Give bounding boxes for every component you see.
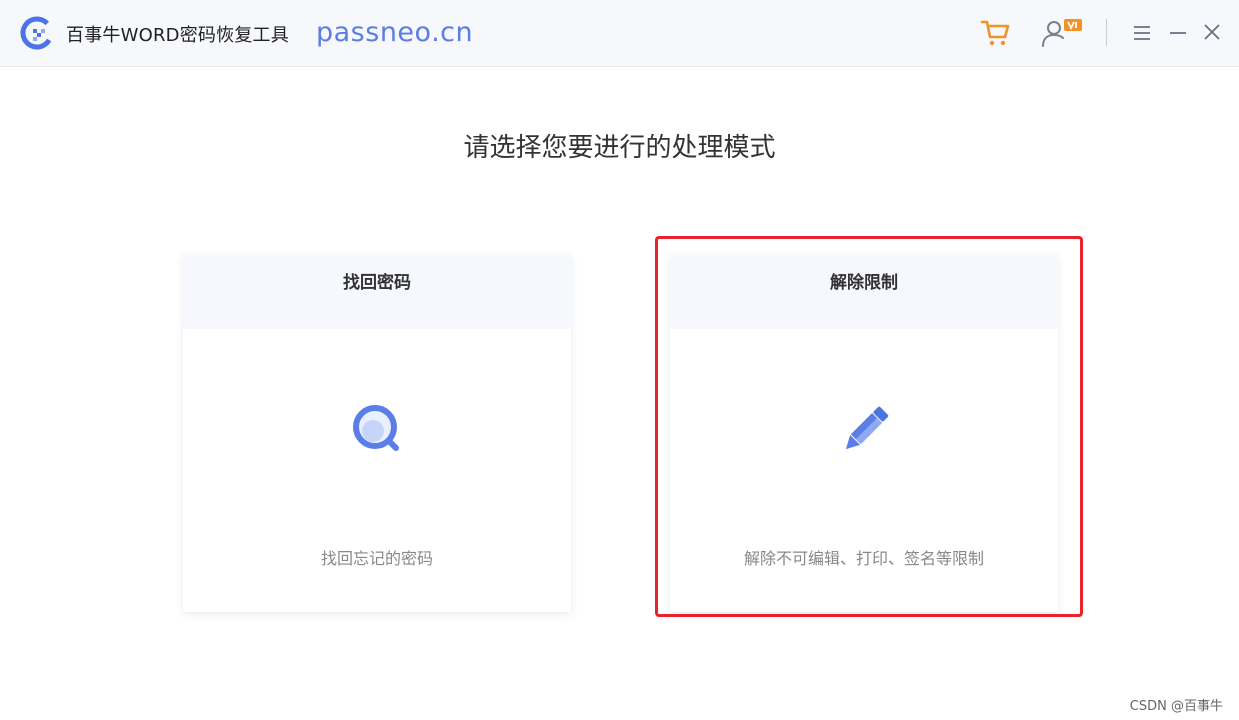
magnifier-icon <box>353 405 399 451</box>
app-title: 百事牛WORD密码恢复工具 <box>66 25 289 46</box>
user-vip-icon[interactable] <box>1040 18 1084 48</box>
url-watermark: passneo.cn <box>316 17 474 48</box>
minimize-icon[interactable] <box>1168 24 1188 42</box>
title-bar: 百事牛WORD密码恢复工具 passneo.cn <box>0 0 1239 67</box>
csdn-watermark: CSDN @百事牛 <box>1129 699 1223 714</box>
card-description: 找回忘记的密码 <box>320 549 433 568</box>
app-logo-icon <box>20 16 54 50</box>
mode-prompt-heading: 请选择您要进行的处理模式 <box>463 133 776 163</box>
shopping-cart-icon[interactable] <box>980 18 1010 48</box>
menu-icon[interactable] <box>1132 24 1152 42</box>
card-title: 找回密码 <box>183 255 571 329</box>
close-icon[interactable] <box>1202 22 1222 42</box>
highlight-annotation-box <box>655 236 1083 617</box>
toolbar-separator <box>1106 19 1107 46</box>
recover-password-card[interactable]: 找回密码 找回忘记的密码 <box>183 255 571 612</box>
